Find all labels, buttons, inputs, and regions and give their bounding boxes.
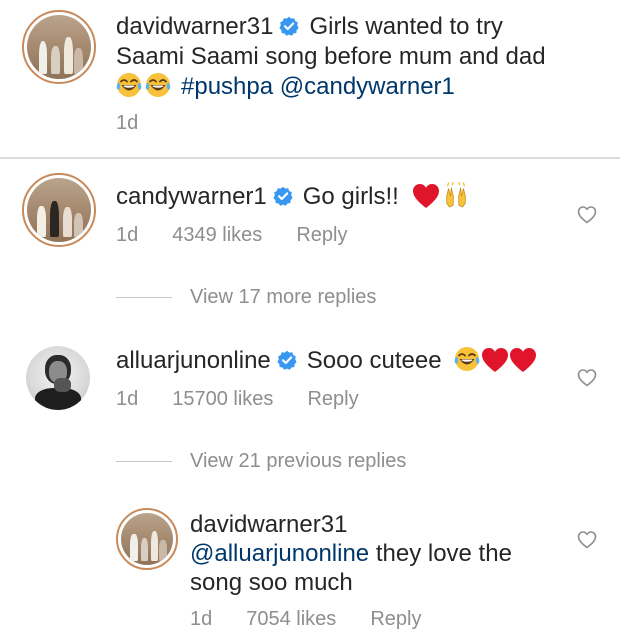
- likes-count[interactable]: 7054 likes: [246, 608, 336, 630]
- laughing-emoji-icon: [145, 72, 171, 98]
- comment-text: Go girls!!: [302, 183, 399, 210]
- avatar[interactable]: [26, 346, 90, 410]
- comment-meta: 1d 4349 likes Reply: [116, 224, 381, 247]
- reply-button[interactable]: Reply: [370, 608, 421, 630]
- mention-link[interactable]: @alluarjunonline: [190, 540, 369, 567]
- verified-badge-icon: [272, 186, 293, 206]
- verified-badge-icon: [276, 350, 297, 370]
- comment-text-line2: song soo much: [190, 569, 353, 596]
- likes-count[interactable]: 4349 likes: [172, 224, 262, 246]
- raised-hands-emoji-icon: [446, 182, 467, 208]
- comment: alluarjunonline Sooo cuteee: [116, 346, 537, 375]
- laughing-emoji-icon: [454, 346, 481, 372]
- avatar[interactable]: [22, 173, 96, 247]
- red-heart-emoji-icon: [482, 348, 509, 372]
- reply-button[interactable]: Reply: [296, 224, 347, 246]
- comment-text: they love the: [375, 540, 512, 567]
- hashtag-link[interactable]: #pushpa: [181, 73, 273, 100]
- view-replies-label: View 21 previous replies: [190, 450, 407, 472]
- avatar-image: [121, 513, 173, 565]
- post-time: 1d: [116, 112, 139, 134]
- red-heart-emoji-icon: [510, 348, 537, 372]
- comment-time: 1d: [116, 388, 139, 410]
- caption-text-line2: Saami Saami song before mum and dad: [116, 43, 546, 70]
- laughing-emoji-icon: [116, 72, 142, 98]
- comment-text: Sooo cuteee: [306, 347, 442, 374]
- reply-button[interactable]: Reply: [307, 388, 358, 410]
- comment-time: 1d: [116, 224, 139, 246]
- divider: [0, 157, 620, 159]
- username[interactable]: alluarjunonline: [116, 347, 271, 374]
- avatar-image: [26, 346, 90, 410]
- reply-comment: davidwarner31 @alluarjunonline they love…: [190, 510, 512, 597]
- divider: [116, 460, 172, 463]
- post-caption: davidwarner31 Girls wanted to try Saami S…: [116, 12, 546, 101]
- avatar[interactable]: [116, 508, 178, 570]
- heart-outline-icon[interactable]: [577, 368, 597, 388]
- heart-outline-icon[interactable]: [577, 530, 597, 550]
- comment-meta: 1d 15700 likes Reply: [116, 388, 393, 411]
- username[interactable]: candywarner1: [116, 183, 267, 210]
- comment-time: 1d: [190, 608, 213, 630]
- red-heart-emoji-icon: [413, 184, 440, 208]
- comment-meta: 1d 7054 likes Reply: [190, 608, 455, 631]
- avatar-image: [27, 178, 91, 242]
- view-replies-label: View 17 more replies: [190, 286, 377, 308]
- view-replies-button[interactable]: View 21 previous replies: [116, 450, 406, 473]
- avatar[interactable]: [22, 10, 96, 84]
- username[interactable]: davidwarner31: [116, 13, 273, 40]
- heart-outline-icon[interactable]: [577, 205, 597, 225]
- username[interactable]: davidwarner31: [190, 511, 347, 538]
- avatar-image: [27, 15, 91, 79]
- divider: [116, 296, 172, 299]
- mention-link[interactable]: @candywarner1: [280, 73, 455, 100]
- caption-text: Girls wanted to try: [309, 13, 503, 40]
- comment: candywarner1 Go girls!!: [116, 182, 469, 211]
- verified-badge-icon: [279, 16, 300, 36]
- view-replies-button[interactable]: View 17 more replies: [116, 286, 376, 309]
- likes-count[interactable]: 15700 likes: [172, 388, 273, 410]
